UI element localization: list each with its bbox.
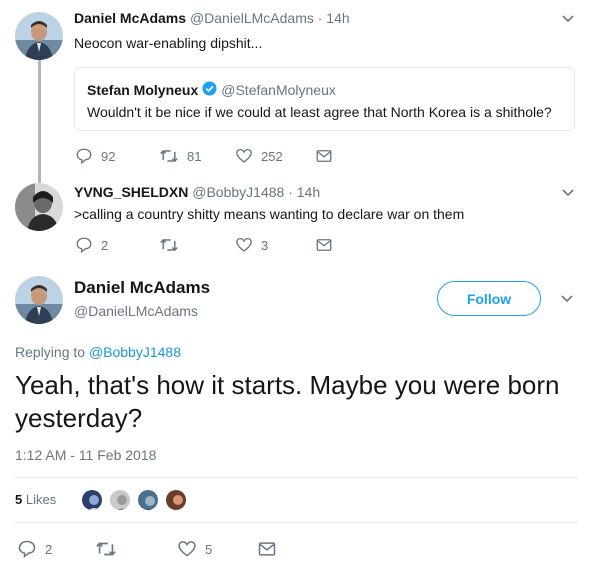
tweet-actions: 92 81 252 (75, 147, 375, 167)
tweet-header: YVNG_SHELDXN @BobbyJ1488 · 14h (74, 184, 320, 200)
likes-summary[interactable]: 5 Likes (15, 492, 56, 507)
quoted-text: Wouldn't it be nice if we could at least… (87, 104, 552, 120)
tweet-timestamp[interactable]: 1:12 AM - 11 Feb 2018 (15, 447, 156, 463)
reply-icon (76, 237, 92, 254)
tweet-time[interactable]: · 14h (318, 10, 350, 26)
message-button[interactable] (315, 236, 333, 254)
follow-button[interactable]: Follow (437, 281, 541, 316)
author-handle[interactable]: @DanielLMcAdams (74, 303, 198, 319)
retweet-button[interactable] (95, 539, 125, 559)
heart-icon (236, 148, 252, 163)
message-button[interactable] (315, 147, 333, 165)
retweet-button[interactable]: 81 (159, 147, 201, 165)
author-name[interactable]: YVNG_SHELDXN (74, 184, 188, 200)
tweet-time[interactable]: · 14h (288, 184, 320, 200)
liker-avatar[interactable] (136, 488, 160, 512)
envelope-icon (316, 150, 332, 162)
chevron-down-icon[interactable] (560, 10, 576, 26)
envelope-icon (316, 239, 332, 251)
like-count: 252 (261, 148, 283, 164)
like-count: 3 (261, 237, 269, 253)
reply-button[interactable]: 2 (75, 236, 108, 254)
author-name[interactable]: Daniel McAdams (74, 278, 210, 298)
avatar[interactable] (15, 12, 63, 60)
reply-count: 2 (101, 237, 109, 253)
like-button[interactable]: 5 (177, 539, 212, 559)
chevron-down-icon[interactable] (559, 290, 575, 306)
thread-connector (38, 58, 41, 183)
retweet-icon (96, 542, 116, 556)
heart-icon (236, 237, 252, 252)
like-button[interactable]: 3 (235, 236, 268, 254)
replying-to-link[interactable]: @BobbyJ1488 (89, 344, 181, 360)
reply-icon (18, 540, 36, 559)
tweet-text: >calling a country shitty means wanting … (74, 206, 465, 222)
reply-button[interactable]: 2 (17, 539, 52, 559)
tweet-actions: 2 3 (75, 236, 375, 256)
quoted-author-handle: @StefanMolyneux (221, 82, 336, 98)
retweet-button[interactable] (159, 236, 187, 254)
chevron-down-icon[interactable] (560, 184, 576, 200)
replying-to: Replying to @BobbyJ1488 (15, 344, 181, 360)
avatar[interactable] (15, 183, 63, 231)
replying-prefix: Replying to (15, 344, 86, 360)
tweet-text: Yeah, that's how it starts. Maybe you we… (15, 370, 560, 433)
likes-label: Likes (25, 492, 57, 507)
envelope-icon (258, 542, 276, 556)
liker-avatar[interactable] (80, 488, 104, 512)
author-handle[interactable]: @DanielLMcAdams (190, 10, 314, 26)
verified-badge-icon (202, 81, 217, 99)
reply-count: 2 (45, 541, 53, 557)
tweet-actions: 2 5 (17, 539, 317, 559)
tweet-text: Neocon war-enabling dipshit... (74, 35, 263, 51)
reply-button[interactable]: 92 (75, 147, 115, 165)
like-count: 5 (205, 541, 213, 557)
author-handle[interactable]: @BobbyJ1488 (192, 184, 284, 200)
like-button[interactable]: 252 (235, 147, 283, 165)
avatar[interactable] (15, 276, 63, 324)
retweet-icon (160, 238, 178, 252)
retweet-icon (160, 149, 178, 163)
tweet-header: Daniel McAdams @DanielLMcAdams · 14h (74, 10, 350, 26)
reply-icon (76, 148, 92, 165)
liker-avatar[interactable] (108, 488, 132, 512)
quoted-header: Stefan Molyneux @StefanMolyneux (87, 81, 336, 99)
divider (15, 477, 578, 478)
quoted-author-name: Stefan Molyneux (87, 82, 199, 98)
heart-icon (178, 541, 196, 557)
likes-count: 5 (15, 492, 23, 507)
author-name[interactable]: Daniel McAdams (74, 10, 186, 26)
divider (15, 522, 578, 523)
retweet-count: 81 (187, 148, 202, 164)
message-button[interactable] (257, 539, 277, 559)
liker-avatar[interactable] (164, 488, 188, 512)
quoted-tweet[interactable]: Stefan Molyneux @StefanMolyneux Wouldn't… (74, 67, 575, 131)
reply-count: 92 (101, 148, 116, 164)
